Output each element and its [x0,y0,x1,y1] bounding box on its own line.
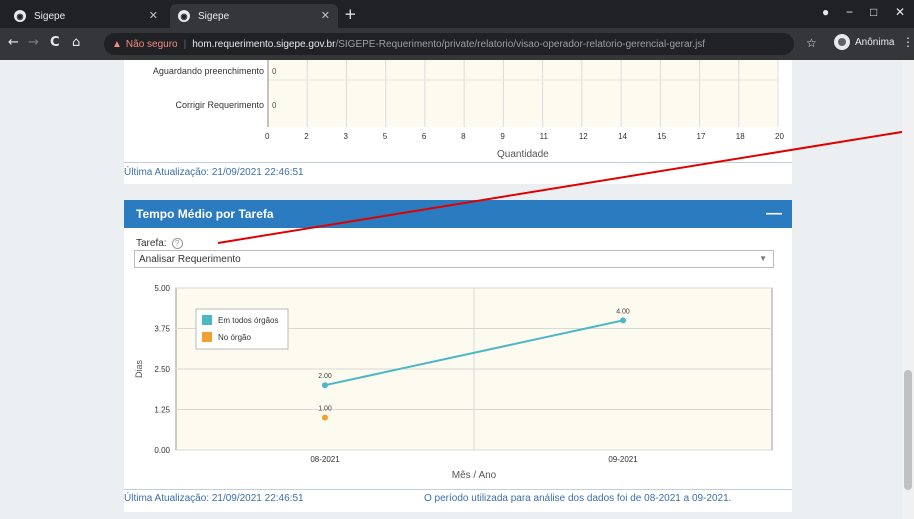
tarefa-label: Tarefa: [136,238,167,249]
panel-header: Tempo Médio por Tarefa — [124,200,792,228]
close-tab-icon[interactable]: ✕ [149,9,158,22]
panel-title: Tempo Médio por Tarefa [136,207,274,221]
x-tick-label: 08-2021 [310,455,340,464]
plot-background [268,60,778,127]
last-updated: Última Atualização: 21/09/2021 22:46:51 [124,493,304,504]
tab-title: Sigepe [198,10,230,22]
status-chart-panel: Aguardando preenchimento Corrigir Requer… [124,60,792,184]
row-label: Aguardando preenchimento [152,66,264,76]
browser-tab-bar: ◉ Sigepe ✕ ◉ Sigepe ✕ + ● − □ ✕ [0,0,914,28]
home-button[interactable]: ⌂ [72,35,80,50]
x-tick-label: 5 [382,132,388,141]
data-label: 1.00 [318,406,332,413]
x-tick-label: 12 [578,132,588,141]
maximize-button[interactable]: □ [870,5,877,19]
browser-tab-active[interactable]: ◉ Sigepe ✕ [170,4,338,28]
row-value: 0 [272,101,277,110]
task-select-value: Analisar Requerimento [139,253,241,265]
incognito-icon [834,34,850,50]
x-tick-label: 09-2021 [608,455,638,464]
y-tick-label: 0.00 [154,446,170,455]
chevron-down-icon[interactable]: ▼ [759,254,767,263]
address-bar[interactable]: ▲ Não seguro | hom.requerimento.sigepe.g… [104,33,794,55]
globe-icon: ◉ [178,10,190,22]
menu-icon[interactable]: ⋮ [902,35,914,49]
close-window-button[interactable]: ✕ [895,5,905,19]
data-label: 2.00 [318,373,332,380]
y-axis-title: Dias [134,360,144,379]
help-icon[interactable]: ? [171,238,183,249]
profile-button[interactable]: Anônima [834,34,894,50]
divider [124,489,792,490]
x-tick-label: 17 [696,132,706,141]
url-host: hom.requerimento.sigepe.gov.br [192,38,336,50]
x-tick-label: 15 [657,132,667,141]
security-label[interactable]: Não seguro [126,39,178,50]
star-icon[interactable]: ☆ [806,36,817,50]
minimize-button[interactable]: − [846,5,853,19]
data-point [322,414,328,421]
divider [124,162,792,163]
x-tick-label: 0 [265,132,270,141]
scrollbar[interactable] [902,60,914,519]
last-updated: Última Atualização: 21/09/2021 22:46:51 [124,167,304,178]
x-tick-label: 9 [500,132,505,141]
legend-swatch [202,332,212,342]
data-point [322,382,328,389]
period-note: O período utilizada para análise dos dad… [424,493,732,504]
y-tick-label: 2.50 [154,365,170,374]
profile-label: Anônima [855,36,895,48]
x-tick-label: 11 [539,132,548,141]
task-field-label: Tarefa: ? [136,238,183,249]
data-point [620,317,626,324]
x-tick-label: 20 [775,132,784,141]
collapse-button[interactable]: — [766,205,782,223]
y-tick-label: 5.00 [154,284,170,293]
y-tick-label: 1.25 [154,406,170,415]
y-tick-label: 3.75 [154,325,170,334]
x-tick-label: 18 [735,132,745,141]
warning-icon[interactable]: ▲ [112,39,122,50]
x-tick-label: 6 [421,132,427,141]
url-path: /SIGEPE-Requerimento/private/relatorio/v… [335,38,706,50]
x-tick-label: 8 [461,132,466,141]
browser-tab[interactable]: ◉ Sigepe ✕ [6,4,166,28]
x-tick-label: 14 [618,132,627,141]
back-button[interactable]: ← [8,35,19,50]
data-label: 4.00 [616,308,630,315]
new-tab-button[interactable]: + [344,5,357,23]
tab-title: Sigepe [34,10,66,22]
browser-toolbar: ← → C ⌂ ▲ Não seguro | hom.requerimento.… [0,28,914,60]
separator: | [183,38,187,50]
legend-label: Em todos órgãos [218,316,278,325]
avg-time-line-chart: 0.00 1.25 2.50 3.75 5.00 08-2021 09-2021 Mês / … [134,284,773,481]
globe-icon: ◉ [14,10,26,22]
row-value: 0 [272,67,277,76]
avg-time-panel: Tempo Médio por Tarefa — Tarefa: ? Anali… [124,200,792,512]
page-viewport: Aguardando preenchimento Corrigir Requer… [0,60,914,519]
reload-button[interactable]: C [50,35,60,50]
row-label: Corrigir Requerimento [175,100,264,110]
legend-swatch [202,315,212,325]
x-axis-title: Mês / Ano [452,470,497,481]
x-tick-label: 3 [343,132,348,141]
extension-icon[interactable]: ● [822,5,829,19]
legend-label: No órgão [218,333,251,342]
forward-button[interactable]: → [28,35,39,50]
x-axis-title: Quantidade [497,149,549,160]
close-tab-icon[interactable]: ✕ [321,9,330,22]
x-tick-label: 2 [304,132,309,141]
scrollbar-thumb[interactable] [904,370,912,490]
task-select[interactable]: Analisar Requerimento ▼ [134,250,774,268]
